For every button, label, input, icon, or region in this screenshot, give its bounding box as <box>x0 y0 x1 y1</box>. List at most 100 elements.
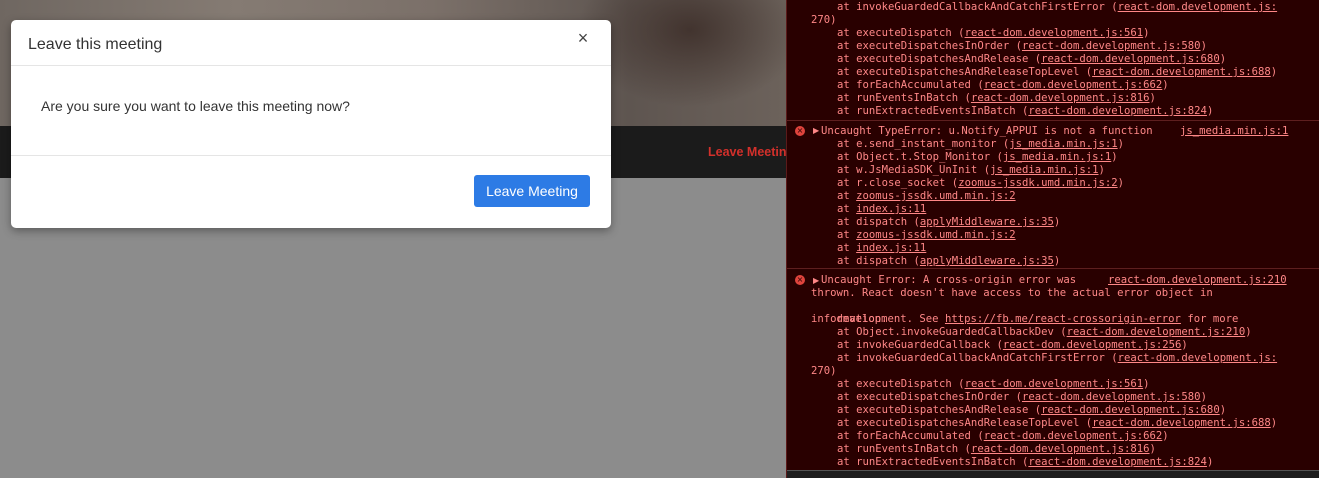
error-message-text: for more <box>1180 313 1239 325</box>
meeting-app: Leave Meetin Leave this meeting × Are yo… <box>0 0 786 478</box>
stack-frame-text: at Object.t.Stop_Monitor ( <box>837 151 1003 163</box>
stack-frame-text: at executeDispatchesAndRelease ( <box>837 53 1042 65</box>
stack-frame-link[interactable]: react-dom.development.js: <box>1118 352 1277 364</box>
console-input-strip[interactable] <box>787 470 1319 478</box>
dialog-title: Leave this meeting <box>28 36 163 53</box>
stack-frame-text: ) <box>1206 456 1214 468</box>
stack-frame: at executeDispatchesInOrder (react-dom.d… <box>837 40 1207 53</box>
stack-frame-link[interactable]: js_media.min.js:1 <box>1009 138 1117 150</box>
stack-frame-text: at runEventsInBatch ( <box>837 443 971 455</box>
stack-frame-link[interactable]: react-dom.development.js:816 <box>971 92 1150 104</box>
stack-frame: at forEachAccumulated (react-dom.develop… <box>837 430 1169 443</box>
dialog-message: Are you sure you want to leave this meet… <box>41 98 350 114</box>
stack-frame-link[interactable]: index.js:11 <box>856 242 926 254</box>
console-separator <box>787 268 1319 269</box>
stack-frame-link[interactable]: react-dom.development.js:561 <box>965 378 1144 390</box>
leave-meeting-link[interactable]: Leave Meetin <box>708 145 786 159</box>
stack-frame-link[interactable]: react-dom.development.js:561 <box>965 27 1144 39</box>
stack-frame-text: ) <box>1181 339 1188 351</box>
leave-meeting-dialog: Leave this meeting × Are you sure you wa… <box>11 20 611 228</box>
stack-frame-text: at executeDispatchesAndReleaseTopLevel ( <box>837 417 1093 429</box>
leave-meeting-button[interactable]: Leave Meeting <box>474 175 590 207</box>
stack-frame-text: at executeDispatchesInOrder ( <box>837 391 1022 403</box>
stack-frame-link[interactable]: js_media.min.js:1 <box>1003 151 1111 163</box>
stack-frame: at dispatch (applyMiddleware.js:35) <box>837 255 1060 268</box>
stack-frame: at executeDispatch (react-dom.developmen… <box>837 378 1150 391</box>
stack-frame-text: at invokeGuardedCallbackAndCatchFirstErr… <box>837 352 1118 364</box>
stack-frame-link[interactable]: react-dom.development.js:580 <box>1022 40 1201 52</box>
expand-triangle-icon[interactable]: ▶ <box>813 274 819 287</box>
stack-frame-text: at dispatch ( <box>837 255 920 267</box>
stack-frame-text: at runEventsInBatch ( <box>837 92 971 104</box>
stack-frame-text: at e.send_instant_monitor ( <box>837 138 1010 150</box>
stack-frame-link[interactable]: react-dom.development.js:662 <box>984 430 1163 442</box>
error-icon: × <box>795 275 805 285</box>
stack-frame-link[interactable]: index.js:11 <box>856 203 926 215</box>
stack-frame-link[interactable]: js_media.min.js:1 <box>990 164 1098 176</box>
stack-frame-text: ) <box>1219 404 1227 416</box>
devtools-console[interactable]: at invokeGuardedCallbackAndCatchFirstErr… <box>786 0 1319 478</box>
stack-frame-link[interactable]: zoomus-jssdk.umd.min.js:2 <box>856 229 1015 241</box>
stack-frame-link[interactable]: react-dom.development.js:662 <box>984 79 1163 91</box>
stack-frame: at runEventsInBatch (react-dom.developme… <box>837 92 1156 105</box>
stack-frame-text: ) <box>1143 27 1150 39</box>
stack-frame-text: ) <box>1200 391 1207 403</box>
stack-frame-text: at runExtractedEventsInBatch ( <box>837 105 1029 117</box>
stack-frame: 270) <box>811 14 837 26</box>
close-icon[interactable]: × <box>573 28 593 48</box>
crossorigin-doc-link[interactable]: https://fb.me/react-crossorigin-error <box>945 313 1181 325</box>
stack-frame: at Object.invokeGuardedCallbackDev (reac… <box>837 326 1252 339</box>
stack-frame-text: ) <box>1270 417 1278 429</box>
stack-frame-text: ) <box>1111 151 1118 163</box>
error-source-link[interactable]: react-dom.development.js:210 <box>1108 274 1287 287</box>
stack-frame: at zoomus-jssdk.umd.min.js:2 <box>837 190 1016 203</box>
stack-frame-link[interactable]: react-dom.development.js:256 <box>1003 339 1182 351</box>
stack-frame-text: ) <box>1270 66 1278 78</box>
stack-frame-link[interactable]: zoomus-jssdk.umd.min.js:2 <box>856 190 1015 202</box>
stack-frame-text: at invokeGuardedCallback ( <box>837 339 1003 351</box>
stack-frame-text: ) <box>1206 105 1214 117</box>
stack-frame: at invokeGuardedCallbackAndCatchFirstErr… <box>837 1 1277 14</box>
stack-frame-link[interactable]: react-dom.development.js:680 <box>1041 404 1220 416</box>
stack-frame-text: at forEachAccumulated ( <box>837 79 984 91</box>
stack-frame-text: ) <box>1149 443 1156 455</box>
stack-frame: at executeDispatchesAndRelease (react-do… <box>837 404 1226 417</box>
stack-frame-text: ) <box>1143 378 1150 390</box>
stack-frame-link[interactable]: react-dom.development.js:688 <box>1092 417 1271 429</box>
stack-frame-text: at <box>837 203 857 215</box>
stack-frame: at invokeGuardedCallback (react-dom.deve… <box>837 339 1188 352</box>
stack-frame-text: at executeDispatch ( <box>837 27 965 39</box>
stack-frame-link[interactable]: react-dom.development.js:210 <box>1067 326 1246 338</box>
error-message-line: information. <box>811 313 888 325</box>
error-message: Uncaught TypeError: u.Notify_APPUI is no… <box>821 125 1153 137</box>
stack-frame: at executeDispatchesAndReleaseTopLevel (… <box>837 417 1277 430</box>
stack-frame-link[interactable]: applyMiddleware.js:35 <box>920 216 1054 228</box>
stack-frame-text: ) <box>1149 92 1156 104</box>
stack-frame-text: at <box>837 229 857 241</box>
stack-frame-text: at invokeGuardedCallbackAndCatchFirstErr… <box>837 1 1118 13</box>
error-source-link[interactable]: js_media.min.js:1 <box>1180 125 1288 138</box>
stack-frame-text: at executeDispatchesInOrder ( <box>837 40 1022 52</box>
stack-frame-link[interactable]: react-dom.development.js:816 <box>971 443 1150 455</box>
stack-frame-link[interactable]: react-dom.development.js:688 <box>1092 66 1271 78</box>
stack-frame-text: at dispatch ( <box>837 216 920 228</box>
stack-frame-link[interactable]: applyMiddleware.js:35 <box>920 255 1054 267</box>
stack-frame: at runExtractedEventsInBatch (react-dom.… <box>837 456 1213 469</box>
expand-triangle-icon[interactable]: ▶ <box>813 124 819 137</box>
stack-frame-link[interactable]: react-dom.development.js:824 <box>1028 105 1207 117</box>
stack-frame: at executeDispatchesAndRelease (react-do… <box>837 53 1226 66</box>
stack-frame-link[interactable]: react-dom.development.js:580 <box>1022 391 1201 403</box>
stack-frame-text: ) <box>1162 79 1169 91</box>
stack-frame: at r.close_socket (zoomus-jssdk.umd.min.… <box>837 177 1124 190</box>
stack-frame-link[interactable]: react-dom.development.js:824 <box>1028 456 1207 468</box>
dialog-footer: Leave Meeting <box>11 156 611 228</box>
stack-frame: at zoomus-jssdk.umd.min.js:2 <box>837 229 1016 242</box>
stack-frame-text: ) <box>1098 164 1105 176</box>
dialog-header: Leave this meeting × <box>11 20 611 66</box>
stack-frame-text: at executeDispatchesAndRelease ( <box>837 404 1042 416</box>
stack-frame-link[interactable]: zoomus-jssdk.umd.min.js:2 <box>958 177 1117 189</box>
error-message: Uncaught Error: A cross-origin error was <box>821 274 1077 286</box>
stack-frame: at forEachAccumulated (react-dom.develop… <box>837 79 1169 92</box>
stack-frame-link[interactable]: react-dom.development.js: <box>1118 1 1277 13</box>
stack-frame-link[interactable]: react-dom.development.js:680 <box>1041 53 1220 65</box>
